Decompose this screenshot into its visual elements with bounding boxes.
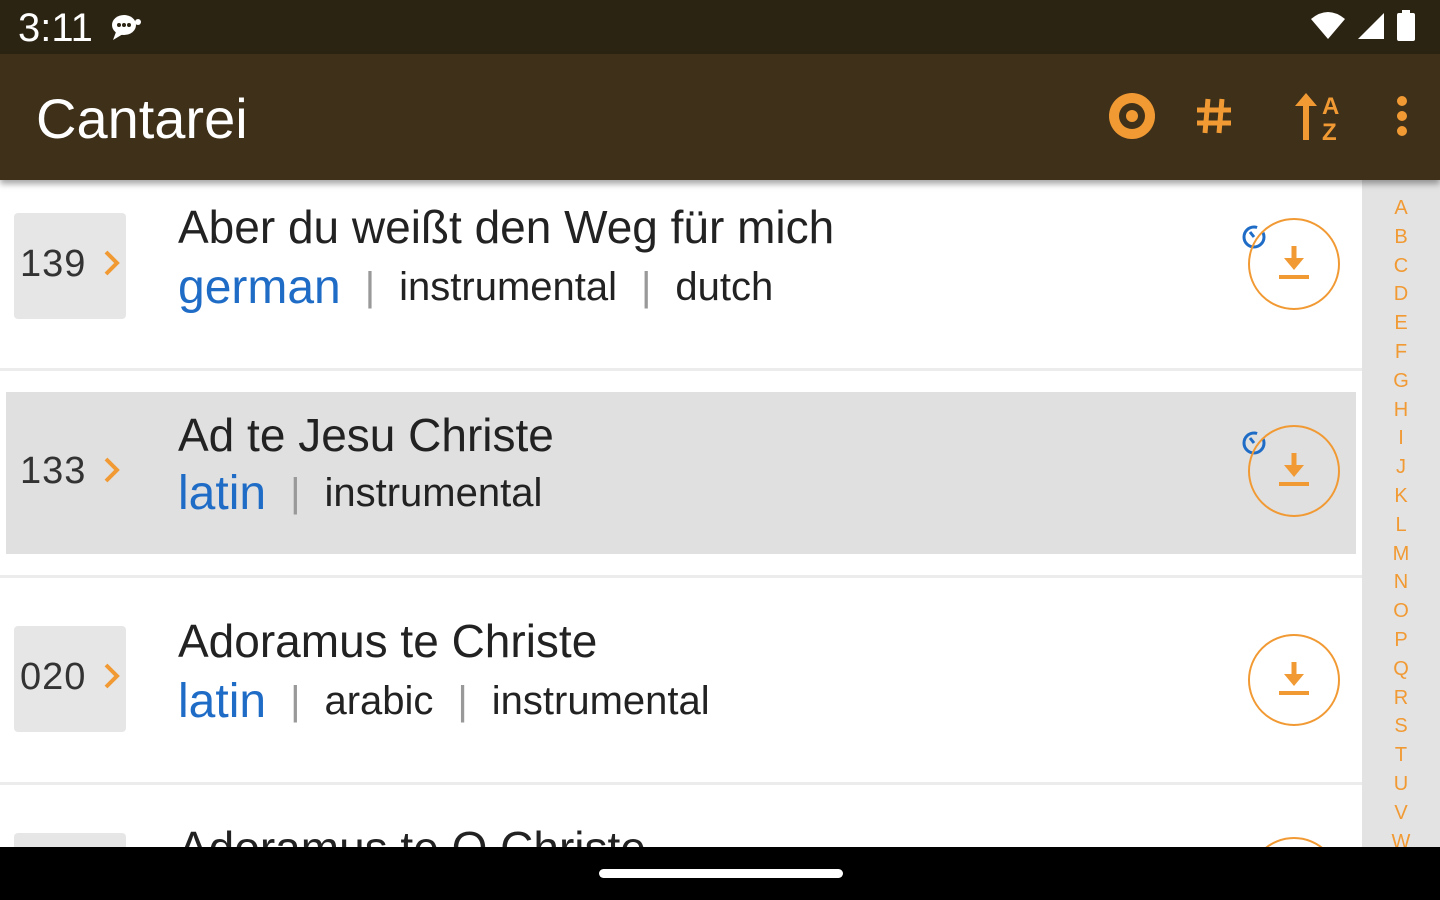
song-title: Adoramus te O Christe — [178, 821, 646, 847]
alphabet-index[interactable]: A B C D E F G H I J K L M N O P Q R S T … — [1362, 180, 1440, 847]
song-tags: latin | arabic | instrumental — [178, 675, 710, 728]
song-language: german — [178, 261, 341, 314]
song-number: 133 — [20, 450, 87, 492]
download-button[interactable] — [1248, 634, 1340, 726]
wifi-icon — [1310, 11, 1346, 46]
index-letter[interactable]: W — [1362, 828, 1440, 847]
battery-icon — [1396, 10, 1416, 47]
index-letter[interactable]: A — [1362, 194, 1440, 223]
chat-notification-icon — [110, 12, 142, 47]
list-item[interactable]: 133 Ad te Jesu Christe latin | instrumen… — [0, 392, 1362, 554]
sort-button[interactable]: AZ — [1292, 90, 1348, 146]
index-letter[interactable]: G — [1362, 367, 1440, 396]
list-item[interactable]: 020 Adoramus te Christe latin | arabic |… — [0, 578, 1362, 782]
navigation-bar — [0, 847, 1440, 900]
song-tag: dutch — [675, 265, 774, 309]
index-letter[interactable]: L — [1362, 511, 1440, 540]
index-letter[interactable]: Q — [1362, 655, 1440, 684]
sort-az-icon: AZ — [1292, 90, 1348, 147]
download-button[interactable] — [1248, 218, 1340, 310]
song-number-box[interactable]: 139 — [14, 213, 126, 319]
divider — [0, 368, 1362, 371]
index-letter[interactable]: M — [1362, 540, 1440, 569]
index-letter[interactable]: H — [1362, 396, 1440, 425]
song-language: latin — [178, 467, 267, 520]
status-bar: 3:11 — [0, 0, 1440, 54]
index-letter[interactable]: F — [1362, 338, 1440, 367]
song-number: 020 — [20, 656, 87, 698]
status-time: 3:11 — [18, 6, 93, 50]
index-letter[interactable]: U — [1362, 770, 1440, 799]
index-letter[interactable]: R — [1362, 684, 1440, 713]
index-letter[interactable]: S — [1362, 712, 1440, 741]
index-letter[interactable]: J — [1362, 453, 1440, 482]
index-letter[interactable]: K — [1362, 482, 1440, 511]
chevron-right-icon — [102, 249, 122, 282]
chevron-right-icon — [102, 662, 122, 695]
index-letter[interactable]: C — [1362, 252, 1440, 281]
app-title: Cantarei — [36, 87, 248, 150]
song-tag: arabic — [324, 679, 434, 723]
song-number-box[interactable] — [14, 833, 126, 847]
download-icon — [1276, 242, 1312, 287]
song-list[interactable]: 139 Aber du weißt den Weg für mich germa… — [0, 180, 1362, 847]
home-gesture-handle[interactable] — [599, 869, 843, 878]
song-number: 139 — [20, 243, 87, 285]
song-number-box[interactable]: 133 — [14, 420, 126, 526]
app-bar: Cantarei AZ — [0, 54, 1440, 180]
song-tag: instrumental — [491, 679, 710, 723]
song-number-box[interactable]: 020 — [14, 626, 126, 732]
index-letter[interactable]: T — [1362, 741, 1440, 770]
index-letter[interactable]: P — [1362, 626, 1440, 655]
index-letter[interactable]: I — [1362, 424, 1440, 453]
song-title: Ad te Jesu Christe — [178, 409, 554, 461]
song-language: latin — [178, 675, 267, 728]
index-letter[interactable]: V — [1362, 799, 1440, 828]
index-letter[interactable]: N — [1362, 568, 1440, 597]
song-tag: instrumental — [399, 265, 618, 309]
song-title: Adoramus te Christe — [178, 615, 598, 667]
more-vert-icon — [1396, 95, 1408, 141]
song-tags: german | instrumental | dutch — [178, 261, 774, 314]
index-letter[interactable]: E — [1362, 309, 1440, 338]
download-icon — [1276, 658, 1312, 703]
svg-text:Z: Z — [1322, 119, 1337, 142]
download-button[interactable] — [1248, 425, 1340, 517]
overflow-menu-button[interactable] — [1374, 90, 1430, 146]
cell-signal-icon — [1356, 11, 1386, 46]
index-letter[interactable]: D — [1362, 280, 1440, 309]
song-title: Aber du weißt den Weg für mich — [178, 201, 835, 253]
number-search-button[interactable] — [1186, 90, 1242, 146]
list-item[interactable]: 139 Aber du weißt den Weg für mich germa… — [0, 180, 1362, 368]
song-tags: latin | instrumental — [178, 467, 543, 520]
index-letter[interactable]: O — [1362, 597, 1440, 626]
download-icon — [1276, 449, 1312, 494]
index-letter[interactable]: B — [1362, 223, 1440, 252]
record-button[interactable] — [1104, 90, 1160, 146]
hash-icon — [1194, 96, 1234, 141]
record-icon — [1108, 92, 1156, 145]
list-item[interactable]: Adoramus te O Christe — [0, 785, 1362, 847]
chevron-right-icon — [102, 456, 122, 489]
svg-text:A: A — [1322, 93, 1339, 120]
song-tag: instrumental — [324, 471, 543, 515]
